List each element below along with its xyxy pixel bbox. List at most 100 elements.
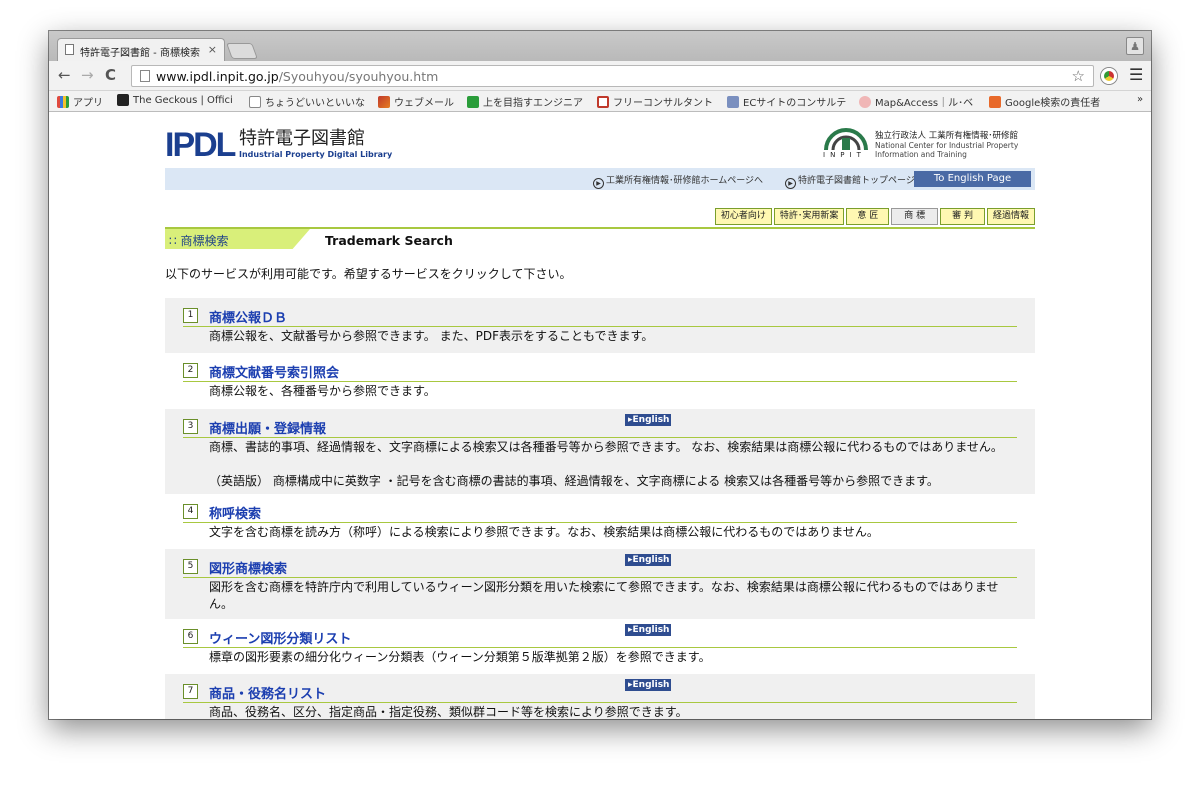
service-item: 1 商標公報ＤＢ 商標公報を、文献番号から参照できます。 また、PDF表示をする… <box>165 298 1035 353</box>
tab-trial[interactable]: 審 判 <box>940 208 985 225</box>
page-icon <box>140 70 150 82</box>
service-link[interactable]: 商品・役務名リスト <box>209 683 326 702</box>
browser-tab[interactable]: 特許電子図書館 - 商標検索 × <box>57 38 225 61</box>
inpit-name-jp: 独立行政法人 工業所有権情報･研修館 <box>875 131 1018 141</box>
close-tab-icon[interactable]: × <box>208 43 217 56</box>
link-bar: ▶ 工業所有権情報･研修館ホームページへ ▶ 特許電子図書館トップページへ To E… <box>165 168 1035 190</box>
square-icon <box>597 95 609 108</box>
bookmark-item[interactable]: ECサイトのコンサルテ <box>727 94 846 109</box>
bookmark-label: The Geckous | Offici <box>133 94 233 106</box>
tab-trademark[interactable]: 商 標 <box>891 208 939 225</box>
service-description: 標章の図形要素の細分化ウィーン分類表（ウィーン分類第５版準拠第２版）を参照できま… <box>209 650 711 664</box>
shield-icon <box>989 95 1001 108</box>
bookmark-item[interactable]: 上を目指すエンジニア <box>467 94 583 109</box>
inpit-name-en: National Center for Industrial Property I… <box>875 141 1018 159</box>
service-description: 商標公報を、文献番号から参照できます。 また、PDF表示をすることもできます。 <box>209 329 654 343</box>
divider <box>183 381 1017 382</box>
divider <box>183 326 1017 327</box>
service-link[interactable]: 図形商標検索 <box>209 558 287 577</box>
section-title-en: Trademark Search <box>325 233 453 248</box>
inpit-mark-icon <box>824 128 868 150</box>
chrome-extension-icon[interactable] <box>1101 68 1117 84</box>
address-bar[interactable]: www.ipdl.inpit.go.jp/Syouhyou/syouhyou.h… <box>131 65 1094 87</box>
bookmark-item[interactable]: Google検索の責任者 <box>989 94 1100 109</box>
service-item: 4 称呼検索 文字を含む商標を読み方（称呼）による検索により参照できます。なお、… <box>165 494 1035 549</box>
bookmark-item[interactable]: アプリ <box>57 94 103 109</box>
new-tab-button[interactable] <box>226 43 258 59</box>
service-item: 2 商標文献番号索引照会 商標公報を、各種番号から参照できます。 <box>165 353 1035 409</box>
english-badge-label: English <box>632 625 670 635</box>
inpit-letters: INPIT <box>823 151 866 159</box>
service-number: 3 <box>183 419 198 434</box>
service-link[interactable]: 商標文献番号索引照会 <box>209 362 339 381</box>
service-number: 5 <box>183 559 198 574</box>
bookmark-label: 上を目指すエンジニア <box>483 98 583 109</box>
link-label: 特許電子図書館トップページへ <box>798 176 924 186</box>
bookmark-label: Map&Access｜ル･ベ <box>875 98 974 109</box>
bookmark-label: ECサイトのコンサルテ <box>743 98 847 109</box>
menu-icon[interactable]: ☰ <box>1129 65 1143 84</box>
divider <box>183 437 1017 438</box>
page-icon <box>249 95 261 108</box>
tab-patent-utility[interactable]: 特許･実用新案 <box>773 208 845 225</box>
tab-design[interactable]: 意 匠 <box>846 208 890 225</box>
profile-icon[interactable]: ♟ <box>1126 37 1144 55</box>
play-circle-icon: ▶ <box>785 178 796 189</box>
inpit-name-en-line1: National Center for Industrial Property <box>875 141 1019 150</box>
section-title-jp: ∷ 商標検索 <box>169 234 229 248</box>
service-item: 7 商品・役務名リスト ▸English 商品、役務名、区分、指定商品・指定役務… <box>165 674 1035 719</box>
service-description: 図形を含む商標を特許庁内で利用しているウィーン図形分類を用いた検索にて参照できま… <box>209 580 999 611</box>
logo-title-en: Industrial Property Digital Library <box>239 150 393 159</box>
english-page-button[interactable]: To English Page <box>914 171 1031 187</box>
tab-beginners[interactable]: 初心者向け <box>714 208 772 225</box>
service-link[interactable]: ウィーン図形分類リスト <box>209 628 351 647</box>
browser-window: 特許電子図書館 - 商標検索 × ♟ ← → C www.ipdl.inpit.… <box>49 31 1151 719</box>
logo-mark: IPDL <box>165 126 236 164</box>
bookmark-item[interactable]: The Geckous | Offici <box>117 94 233 106</box>
bookmark-label: フリーコンサルタント <box>613 98 713 109</box>
service-link[interactable]: 商標出願・登録情報 <box>209 418 326 437</box>
inpit-home-link[interactable]: ▶ 工業所有権情報･研修館ホームページへ <box>593 173 763 189</box>
url-host: www.ipdl.inpit.go.jp <box>156 69 279 84</box>
bookmark-star-icon[interactable]: ☆ <box>1072 67 1085 85</box>
bookmark-label: ウェブメール <box>394 98 454 109</box>
reload-icon[interactable]: C <box>105 66 116 84</box>
service-item: 6 ウィーン図形分類リスト ▸English 標章の図形要素の細分化ウィーン分類… <box>165 619 1035 674</box>
service-number: 2 <box>183 363 198 378</box>
english-badge-label: English <box>632 555 670 565</box>
service-description: 商標、書誌的事項、経過情報を、文字商標による検索又は各種番号等から参照できます。… <box>209 440 1003 454</box>
page-icon <box>65 44 74 55</box>
intro-text: 以下のサービスが利用可能です。希望するサービスをクリックして下さい。 <box>165 267 572 281</box>
web-page: IPDL 特許電子図書館 Industrial Property Digital… <box>49 113 1151 719</box>
bookmark-label: Google検索の責任者 <box>1005 98 1101 109</box>
back-arrow-icon[interactable]: ← <box>58 66 71 84</box>
forward-arrow-icon[interactable]: → <box>81 66 94 84</box>
bookmark-item[interactable]: フリーコンサルタント <box>597 94 713 109</box>
service-link[interactable]: 称呼検索 <box>209 503 261 522</box>
english-badge[interactable]: ▸English <box>625 624 671 636</box>
geckous-icon <box>117 94 129 106</box>
more-bookmarks-button[interactable]: » <box>1137 94 1143 105</box>
english-badge[interactable]: ▸English <box>625 414 671 426</box>
bookmark-item[interactable]: Map&Access｜ル･ベ <box>859 94 973 109</box>
service-link[interactable]: 商標公報ＤＢ <box>209 307 287 326</box>
english-badge[interactable]: ▸English <box>625 679 671 691</box>
bookmark-item[interactable]: ウェブメール <box>378 94 454 109</box>
tab-progress-info[interactable]: 経過情報 <box>986 208 1035 225</box>
inpit-logo[interactable]: INPIT 独立行政法人 工業所有権情報･研修館 National Center… <box>823 126 1035 162</box>
english-badge-label: English <box>632 680 670 690</box>
section-heading: ∷ 商標検索 <box>165 229 310 249</box>
ipdl-logo[interactable]: IPDL 特許電子図書館 Industrial Property Digital… <box>165 127 445 163</box>
divider <box>183 647 1017 648</box>
english-badge-label: English <box>632 415 670 425</box>
service-number: 1 <box>183 308 198 323</box>
divider <box>183 702 1017 703</box>
tab-strip: 特許電子図書館 - 商標検索 × ♟ <box>49 31 1151 61</box>
service-description: 文字を含む商標を読み方（称呼）による検索により参照できます。なお、検索結果は商標… <box>209 525 879 539</box>
divider <box>183 577 1017 578</box>
ipdl-top-link[interactable]: ▶ 特許電子図書館トップページへ <box>785 173 924 189</box>
bookmark-item[interactable]: ちょうどいいといいな <box>249 94 365 109</box>
divider <box>183 522 1017 523</box>
webmail-icon <box>378 95 390 108</box>
english-badge[interactable]: ▸English <box>625 554 671 566</box>
